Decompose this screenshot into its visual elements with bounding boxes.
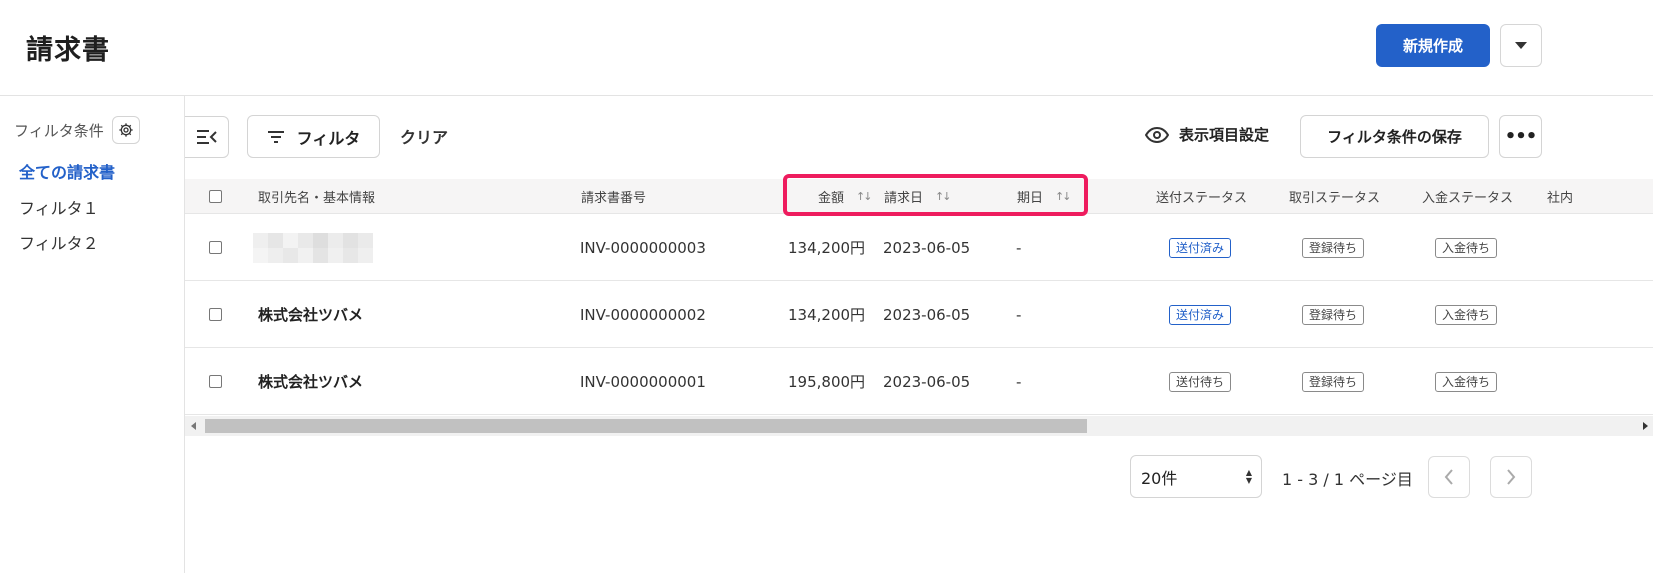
filter-settings-button[interactable] — [111, 116, 140, 144]
chevron-left-icon — [1444, 469, 1453, 485]
filter-button[interactable]: フィルタ — [247, 115, 380, 158]
trade-status-cell: 登録待ち — [1302, 214, 1365, 281]
filter-conditions-label: フィルタ条件 — [14, 121, 104, 140]
previous-page-button[interactable] — [1428, 456, 1470, 498]
horizontal-scrollbar[interactable] — [185, 416, 1653, 436]
select-all-checkbox[interactable] — [209, 190, 222, 203]
page-header: 請求書 新規作成 — [0, 0, 1653, 96]
sort-icon[interactable]: ↑↓ — [935, 190, 952, 203]
column-header-amount-label: 金額 — [818, 191, 845, 206]
column-header-date[interactable]: 請求日 ↑↓ — [884, 179, 952, 214]
customer-name[interactable]: 株式会社ツバメ — [258, 281, 363, 348]
display-settings-button[interactable]: 表示項目設定 — [1145, 124, 1269, 145]
sidebar-item-filter-2[interactable]: フィルタ２ — [19, 230, 99, 254]
more-horizontal-icon: ••• — [1504, 126, 1538, 147]
clear-button[interactable]: クリア — [400, 124, 448, 148]
sort-icon[interactable]: ↑↓ — [1055, 190, 1072, 203]
status-badge: 入金待ち — [1435, 237, 1498, 258]
pixelated-redaction — [253, 232, 373, 263]
column-header-due-label: 期日 — [1017, 191, 1044, 206]
filter-button-label: フィルタ — [296, 128, 361, 148]
trade-status-cell: 登録待ち — [1302, 348, 1365, 415]
column-header-name: 取引先名・基本情報 — [258, 191, 376, 206]
invoice-number: INV-0000000001 — [580, 372, 706, 391]
filter-icon — [267, 130, 284, 143]
page-title: 請求書 — [26, 35, 110, 66]
more-options-button[interactable]: ••• — [1499, 115, 1542, 158]
send-status-cell: 送付済み — [1169, 281, 1232, 348]
scroll-left-arrow-icon[interactable] — [191, 422, 196, 430]
amount: 195,800円 — [788, 373, 866, 391]
save-filter-button[interactable]: フィルタ条件の保存 — [1300, 115, 1489, 158]
status-badge: 入金待ち — [1435, 371, 1498, 392]
table-header: 取引先名・基本情報 請求書番号 金額 ↑↓ 請求日 ↑↓ 期日 ↑↓ 送付ステー… — [185, 179, 1653, 214]
customer-name[interactable]: 株式会社ツバメ — [258, 348, 363, 415]
column-header-overflow: 社内 — [1547, 191, 1574, 206]
filter-conditions-header: フィルタ条件 — [14, 116, 140, 144]
status-badge: 登録待ち — [1302, 237, 1365, 258]
payment-status-cell: 入金待ち — [1435, 214, 1498, 281]
amount: 134,200円 — [788, 306, 866, 324]
amount: 134,200円 — [788, 239, 866, 257]
page-info: 1 - 3 / 1 ページ目 — [1282, 470, 1413, 489]
column-header-due[interactable]: 期日 ↑↓ — [1017, 179, 1072, 214]
table-row[interactable]: INV-0000000003 134,200円 2023-06-05 - 送付済… — [185, 214, 1653, 281]
send-status-cell: 送付済み — [1169, 214, 1232, 281]
column-header-trade-status: 取引ステータス — [1289, 191, 1381, 206]
trade-status-cell: 登録待ち — [1302, 281, 1365, 348]
invoice-date: 2023-06-05 — [883, 238, 971, 257]
invoice-number: INV-0000000002 — [580, 305, 706, 324]
redacted-customer-name — [253, 214, 373, 281]
due-date: - — [1016, 238, 1022, 257]
filter-sidebar: フィルタ条件 全ての請求書 フィルタ１ フィルタ２ — [0, 96, 185, 573]
status-badge: 登録待ち — [1302, 304, 1365, 325]
status-badge: 送付待ち — [1169, 371, 1232, 392]
new-options-dropdown-button[interactable] — [1500, 24, 1542, 67]
collapse-sidebar-icon — [196, 130, 217, 144]
scrollbar-thumb[interactable] — [205, 419, 1087, 433]
column-header-invoice-no: 請求書番号 — [581, 191, 647, 206]
new-invoice-button[interactable]: 新規作成 — [1376, 24, 1490, 67]
column-header-send-status: 送付ステータス — [1156, 191, 1248, 206]
send-status-cell: 送付待ち — [1169, 348, 1232, 415]
collapse-sidebar-button[interactable] — [185, 116, 229, 158]
page-size-select[interactable]: 20件 ▲ ▼ — [1130, 455, 1262, 498]
chevron-down-icon — [1515, 42, 1527, 49]
row-checkbox[interactable] — [209, 308, 222, 321]
row-select-cell — [209, 214, 222, 281]
payment-status-cell: 入金待ち — [1435, 348, 1498, 415]
invoice-date: 2023-06-05 — [883, 372, 971, 391]
status-badge: 送付済み — [1169, 304, 1232, 325]
sidebar-item-filter-1[interactable]: フィルタ１ — [19, 195, 99, 219]
invoice-date: 2023-06-05 — [883, 305, 971, 324]
table-row[interactable]: 株式会社ツバメ INV-0000000001 195,800円 2023-06-… — [185, 348, 1653, 415]
row-checkbox[interactable] — [209, 375, 222, 388]
row-select-cell — [209, 348, 222, 415]
row-checkbox[interactable] — [209, 241, 222, 254]
page-size-value: 20件 — [1141, 468, 1178, 488]
payment-status-cell: 入金待ち — [1435, 281, 1498, 348]
status-badge: 送付済み — [1169, 237, 1232, 258]
gear-icon — [119, 123, 133, 137]
row-select-cell — [209, 281, 222, 348]
status-badge: 入金待ち — [1435, 304, 1498, 325]
status-badge: 登録待ち — [1302, 371, 1365, 392]
sort-icon[interactable]: ↑↓ — [856, 190, 873, 203]
column-header-amount[interactable]: 金額 ↑↓ — [818, 179, 873, 214]
select-arrows-icon: ▲ ▼ — [1245, 468, 1252, 485]
next-page-button[interactable] — [1490, 456, 1532, 498]
scroll-right-arrow-icon[interactable] — [1643, 422, 1648, 430]
eye-icon — [1145, 126, 1169, 143]
due-date: - — [1016, 372, 1022, 391]
sidebar-item-all-invoices[interactable]: 全ての請求書 — [19, 159, 115, 183]
chevron-right-icon — [1507, 469, 1516, 485]
column-header-payment-status: 入金ステータス — [1422, 191, 1514, 206]
display-settings-label: 表示項目設定 — [1179, 126, 1270, 144]
due-date: - — [1016, 305, 1022, 324]
column-header-date-label: 請求日 — [884, 191, 924, 206]
select-all-cell — [209, 179, 222, 214]
invoice-number: INV-0000000003 — [580, 238, 706, 257]
table-row[interactable]: 株式会社ツバメ INV-0000000002 134,200円 2023-06-… — [185, 281, 1653, 348]
